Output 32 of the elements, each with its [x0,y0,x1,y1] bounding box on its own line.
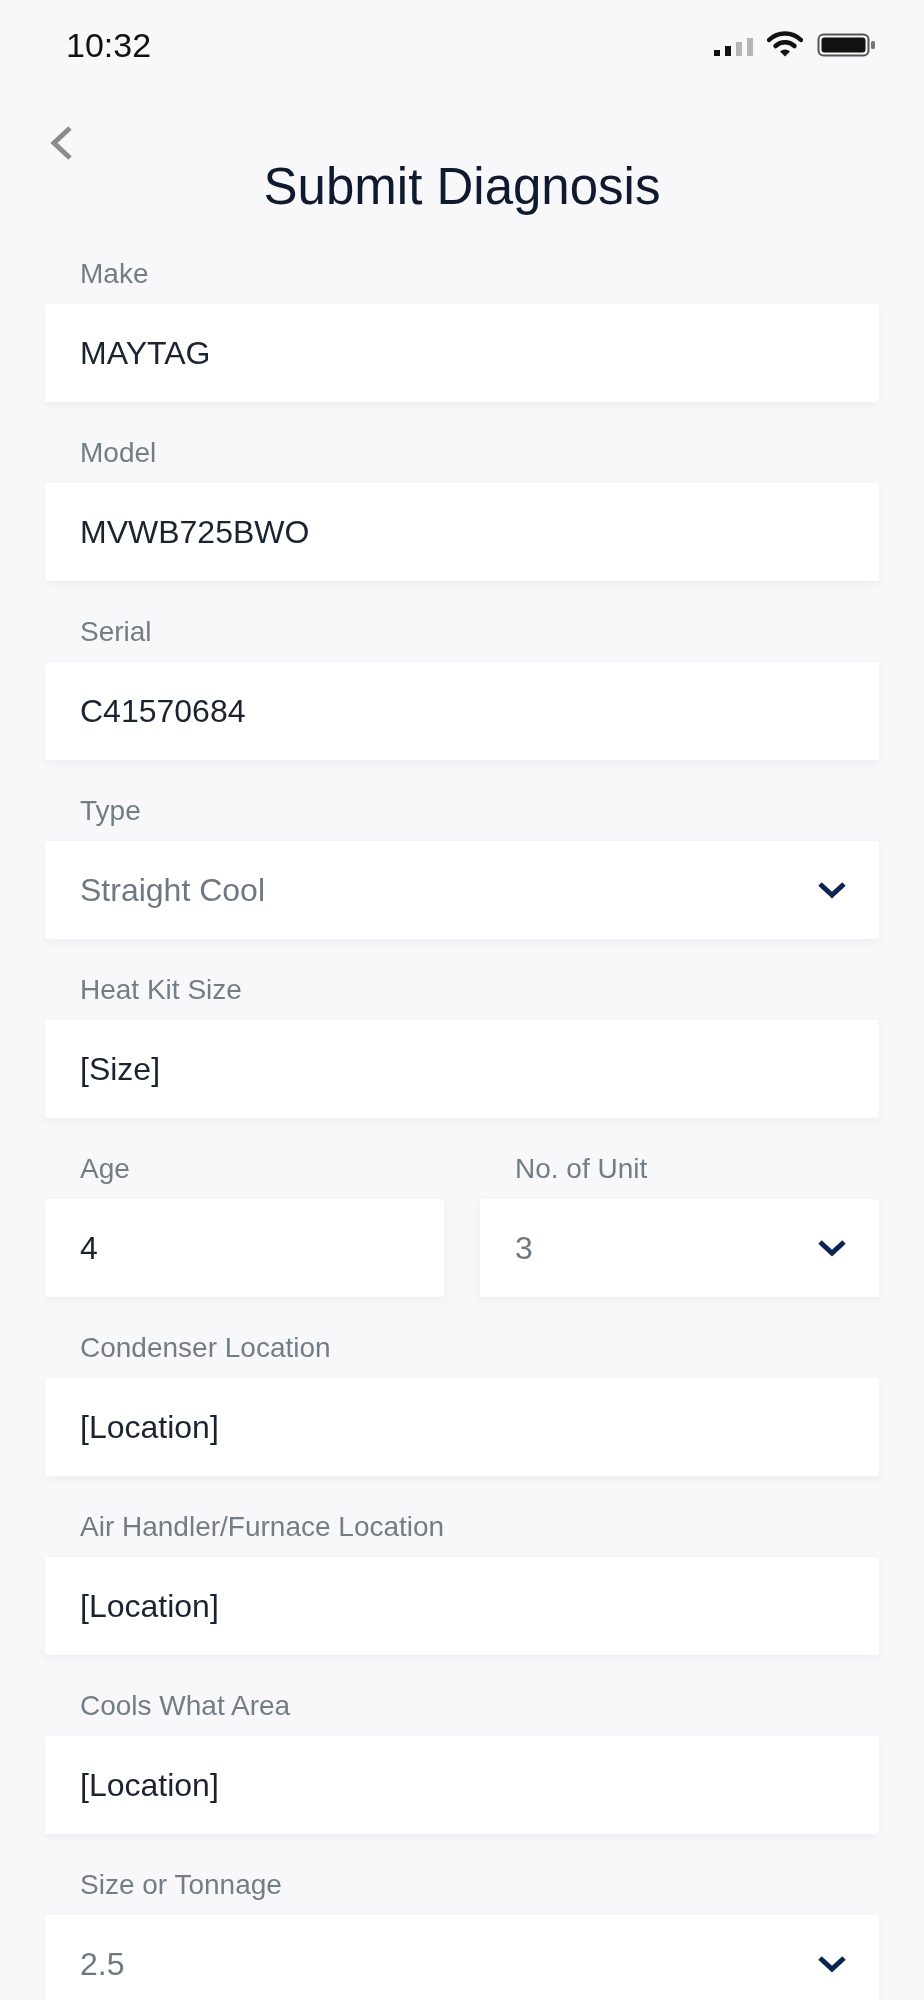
field-label: No. of Unit [515,1152,648,1186]
back-button[interactable] [48,125,74,161]
input-field[interactable]: [Location] [45,1378,879,1476]
field-label: Age [80,1152,130,1186]
wifi-icon [767,31,803,57]
dropdown-field[interactable]: Straight Cool [45,841,879,939]
field-label: Type [80,794,141,828]
battery-icon [817,33,875,57]
input-field[interactable]: [Location] [45,1557,879,1655]
field-label: Heat Kit Size [80,973,242,1007]
input-field[interactable]: [Location] [45,1736,879,1834]
input-field[interactable]: C41570684 [45,662,879,760]
chevron-down-icon [817,1955,847,1973]
input-field[interactable]: 4 [45,1199,444,1297]
status-time: 10:32 [66,25,152,65]
field-label: Air Handler/Furnace Location [80,1510,445,1544]
field-label: Serial [80,615,152,649]
field-label: Make [80,257,149,291]
page-title: Submit Diagnosis [262,159,662,215]
chevron-down-icon [817,881,847,899]
field-label: Condenser Location [80,1331,331,1365]
chevron-down-icon [817,1239,847,1257]
dropdown-field[interactable]: 2.5 [45,1915,879,2000]
field-label: Model [80,436,157,470]
dropdown-field[interactable]: 3 [480,1199,879,1297]
signal-icon [714,38,753,56]
input-field[interactable]: MAYTAG [45,304,879,402]
field-label: Size or Tonnage [80,1868,282,1902]
back-chevron-icon [48,125,74,161]
input-field[interactable]: [Size] [45,1020,879,1118]
input-field[interactable]: MVWB725BWO [45,483,879,581]
field-label: Cools What Area [80,1689,291,1723]
